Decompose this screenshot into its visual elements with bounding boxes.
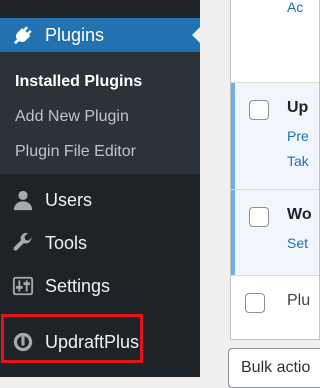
plugin-name[interactable]: Up	[287, 99, 308, 117]
plugin-name[interactable]: Wo	[287, 206, 312, 224]
sidebar-item-plugins[interactable]: Plugins	[0, 18, 200, 52]
plugin-action-link[interactable]: Set	[287, 235, 308, 251]
plugin-checkbox[interactable]	[249, 207, 269, 227]
admin-sidebar: Plugins Installed Plugins Add New Plugin…	[0, 0, 200, 377]
sidebar-item-users[interactable]: Users	[0, 183, 200, 217]
sidebar-item-label: Settings	[45, 275, 111, 296]
plugins-table: Ac Up Pre Tak Wo Set Plu	[230, 0, 320, 340]
plugin-checkbox[interactable]	[249, 100, 269, 120]
plugin-row: Wo Set	[231, 190, 319, 275]
plugin-checkbox[interactable]	[245, 293, 265, 313]
main-content: Ac Up Pre Tak Wo Set Plu Bulk actio	[200, 0, 320, 388]
sidebar-item-label: Plugins	[45, 24, 105, 45]
plugin-row: Plu	[231, 276, 319, 331]
sidebar-item-tools[interactable]: Tools	[0, 226, 200, 260]
highlight-box	[1, 314, 143, 363]
active-indicator-arrow	[192, 27, 200, 43]
plugin-action-link[interactable]: Ac	[287, 0, 303, 15]
plugin-action-link[interactable]: Pre	[287, 128, 309, 144]
settings-sliders-icon	[10, 273, 36, 299]
plugin-name[interactable]: Plu	[287, 292, 310, 310]
submenu-installed-plugins[interactable]: Installed Plugins	[15, 73, 142, 91]
submenu-add-new-plugin[interactable]: Add New Plugin	[15, 108, 129, 126]
plugin-row: Up Pre Tak	[231, 83, 319, 189]
wrench-icon	[10, 230, 36, 256]
sidebar-item-label: Tools	[45, 232, 88, 253]
sidebar-item-label: Users	[45, 189, 93, 210]
submenu-plugin-file-editor[interactable]: Plugin File Editor	[15, 143, 136, 161]
plugin-action-link[interactable]: Tak	[287, 153, 309, 169]
plugin-icon	[10, 22, 36, 48]
sidebar-item-settings[interactable]: Settings	[0, 269, 200, 303]
users-icon	[10, 187, 36, 213]
plugins-submenu: Installed Plugins Add New Plugin Plugin …	[0, 52, 200, 174]
bulk-actions-select[interactable]: Bulk actio	[228, 348, 320, 388]
